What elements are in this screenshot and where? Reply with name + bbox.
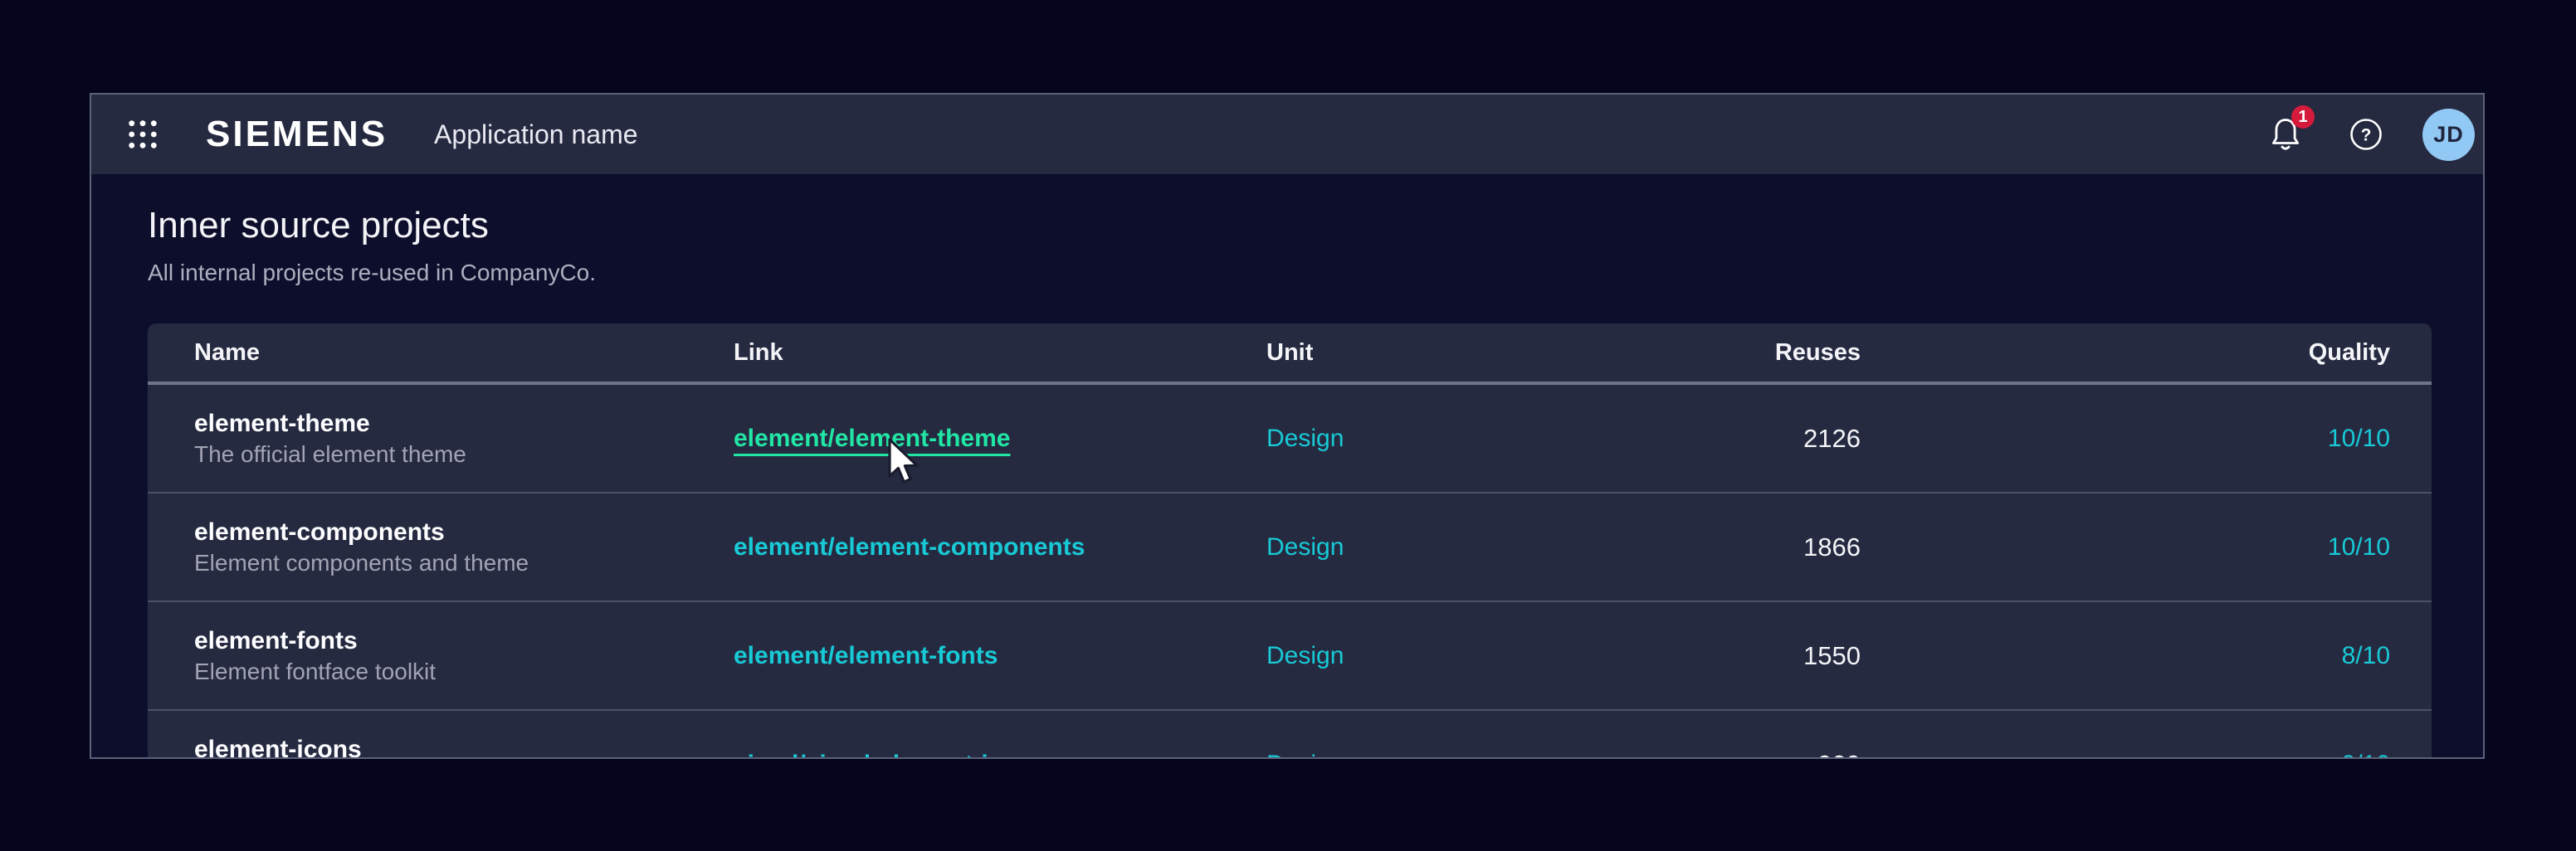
column-header-name: Name — [194, 339, 734, 367]
table-header-row: Name Link Unit Reuses Quality — [148, 323, 2432, 385]
unit-link[interactable]: Design — [1266, 642, 1344, 669]
project-link-cell: element/element-fonts — [734, 642, 1266, 670]
svg-text:?: ? — [2361, 126, 2372, 145]
project-unit-cell: Design — [1266, 425, 1615, 453]
project-link[interactable]: element/element-components — [734, 533, 1085, 561]
desktop-background: SIEMENS Application name 1 ? JD — [0, 0, 2576, 851]
project-reuses: 1550 — [1615, 641, 1861, 671]
project-unit-cell: Design — [1266, 642, 1615, 670]
app-header: SIEMENS Application name 1 ? JD — [91, 95, 2483, 174]
project-link[interactable]: element/element-theme — [734, 425, 1010, 452]
user-avatar[interactable]: JD — [2422, 109, 2475, 161]
project-quality-cell: 10/10 — [1861, 425, 2390, 453]
unit-link[interactable]: Design — [1266, 533, 1344, 561]
project-name-cell: element-components Element components an… — [194, 518, 734, 576]
project-reuses: 1866 — [1615, 532, 1861, 562]
project-unit-cell: Design — [1266, 533, 1615, 562]
project-quality-cell: 8/10 — [1861, 642, 2390, 670]
notification-count-badge: 1 — [2291, 105, 2315, 129]
quality-link[interactable]: 10/10 — [2328, 425, 2390, 452]
help-button[interactable]: ? — [2349, 118, 2383, 151]
project-name-cell: element-fonts Element fontface toolkit — [194, 626, 734, 685]
project-reuses: 2126 — [1615, 424, 1861, 454]
project-link-cell: element/element-components — [734, 533, 1266, 562]
table-row: element-icons simpl/simpl-element-icons … — [148, 711, 2432, 759]
column-header-quality: Quality — [1861, 339, 2390, 367]
page-title: Inner source projects — [148, 204, 2483, 247]
project-name-cell: element-theme The official element theme — [194, 409, 734, 468]
application-name: Application name — [434, 119, 637, 150]
page-content: Inner source projects All internal proje… — [91, 174, 2483, 759]
project-link-cell: simpl/simpl-element-icons — [734, 751, 1266, 760]
help-question-icon: ? — [2349, 118, 2383, 151]
project-name-cell: element-icons — [194, 735, 734, 759]
project-quality-cell: 9/10 — [1861, 751, 2390, 760]
apps-grid-icon — [127, 119, 159, 150]
project-link[interactable]: simpl/simpl-element-icons — [734, 751, 1046, 760]
table-row: element-fonts Element fontface toolkit e… — [148, 602, 2432, 711]
page-subtitle: All internal projects re-used in Company… — [148, 259, 2483, 287]
unit-link[interactable]: Design — [1266, 751, 1344, 760]
quality-link[interactable]: 10/10 — [2328, 533, 2390, 561]
project-description: Element fontface toolkit — [194, 658, 734, 685]
quality-link[interactable]: 8/10 — [2342, 642, 2390, 669]
unit-link[interactable]: Design — [1266, 425, 1344, 452]
project-unit-cell: Design — [1266, 751, 1615, 760]
project-description: The official element theme — [194, 440, 734, 468]
projects-table: Name Link Unit Reuses Quality element-th… — [148, 323, 2432, 759]
brand-logo[interactable]: SIEMENS — [206, 114, 388, 155]
project-name: element-fonts — [194, 626, 734, 656]
column-header-reuses: Reuses — [1615, 339, 1861, 367]
quality-link[interactable]: 9/10 — [2342, 751, 2390, 760]
table-body: element-theme The official element theme… — [148, 385, 2432, 759]
project-name: element-theme — [194, 409, 734, 439]
project-description: Element components and theme — [194, 549, 734, 576]
project-link-cell: element/element-theme — [734, 425, 1266, 453]
column-header-unit: Unit — [1266, 339, 1615, 367]
notifications-button[interactable]: 1 — [2270, 117, 2301, 152]
project-name: element-icons — [194, 735, 734, 759]
project-name: element-components — [194, 518, 734, 547]
table-row: element-components Element components an… — [148, 494, 2432, 602]
app-window: SIEMENS Application name 1 ? JD — [90, 93, 2485, 759]
table-row: element-theme The official element theme… — [148, 385, 2432, 494]
column-header-link: Link — [734, 339, 1266, 367]
project-reuses: 909 — [1615, 750, 1861, 760]
header-actions: 1 ? JD — [2270, 109, 2475, 161]
project-link[interactable]: element/element-fonts — [734, 642, 998, 669]
apps-launcher-button[interactable] — [123, 114, 163, 154]
project-quality-cell: 10/10 — [1861, 533, 2390, 562]
